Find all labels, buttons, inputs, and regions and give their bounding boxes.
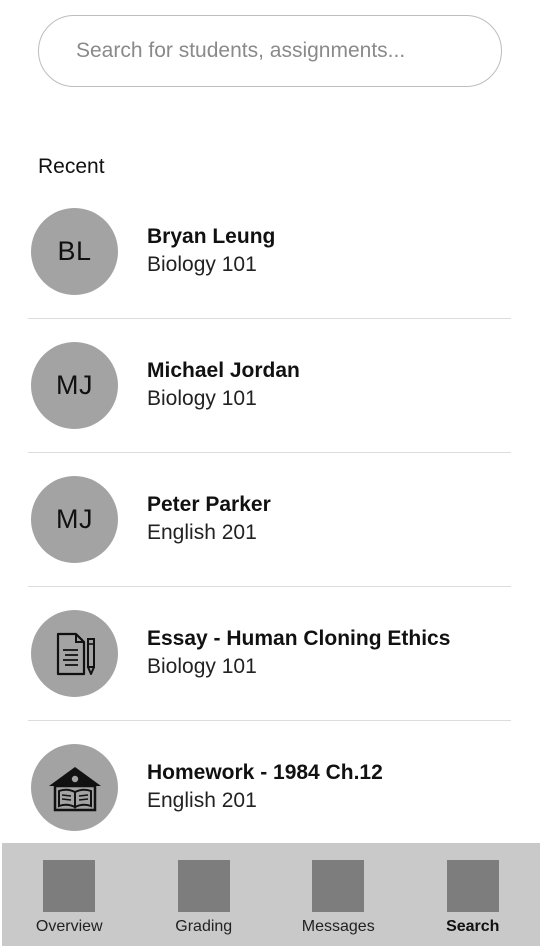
search-bar[interactable] <box>38 15 502 87</box>
recent-list: BL Bryan Leung Biology 101 MJ Michael Jo… <box>28 185 511 855</box>
document-pen-icon <box>31 610 118 697</box>
list-item-subtitle: English 201 <box>147 789 257 812</box>
overview-icon <box>43 860 96 912</box>
grading-icon <box>177 860 230 912</box>
avatar: MJ <box>31 476 118 563</box>
list-item-title: Bryan Leung <box>147 225 276 248</box>
nav-tab-grading[interactable]: Grading <box>144 843 264 946</box>
list-item-title: Peter Parker <box>147 493 271 516</box>
list-item-text: Homework - 1984 Ch.12 English 201 <box>147 760 383 816</box>
list-item[interactable]: Essay - Human Cloning Ethics Biology 101 <box>28 587 511 721</box>
nav-tab-search[interactable]: Search <box>413 843 533 946</box>
list-item-subtitle: English 201 <box>147 521 257 544</box>
nav-tab-label: Grading <box>175 918 233 935</box>
list-item[interactable]: BL Bryan Leung Biology 101 <box>28 185 511 319</box>
list-item-text: Michael Jordan Biology 101 <box>147 358 300 414</box>
list-item-text: Peter Parker English 201 <box>147 492 271 548</box>
avatar: MJ <box>31 342 118 429</box>
list-item[interactable]: MJ Michael Jordan Biology 101 <box>28 319 511 453</box>
nav-tab-label: Search <box>446 918 500 935</box>
recent-heading: Recent <box>38 155 105 178</box>
list-item-subtitle: Biology 101 <box>147 253 257 276</box>
list-item-title: Homework - 1984 Ch.12 <box>147 761 383 784</box>
list-item[interactable]: MJ Peter Parker English 201 <box>28 453 511 587</box>
list-item-title: Michael Jordan <box>147 359 300 382</box>
list-item-title: Essay - Human Cloning Ethics <box>147 627 451 650</box>
list-item-subtitle: Biology 101 <box>147 655 257 678</box>
nav-tab-messages[interactable]: Messages <box>278 843 398 946</box>
messages-icon <box>312 860 365 912</box>
list-item-text: Bryan Leung Biology 101 <box>147 224 275 280</box>
school-book-icon <box>31 744 118 831</box>
avatar: BL <box>31 208 118 295</box>
nav-tab-label: Overview <box>35 918 103 935</box>
list-item[interactable]: Homework - 1984 Ch.12 English 201 <box>28 721 511 855</box>
list-item-subtitle: Biology 101 <box>147 387 257 410</box>
search-input[interactable] <box>74 38 481 64</box>
nav-tab-overview[interactable]: Overview <box>9 843 129 946</box>
list-item-text: Essay - Human Cloning Ethics Biology 101 <box>147 626 450 682</box>
nav-tab-label: Messages <box>301 918 375 935</box>
bottom-nav-bar: Overview Grading Messages Search <box>2 843 540 946</box>
search-icon <box>446 860 499 912</box>
